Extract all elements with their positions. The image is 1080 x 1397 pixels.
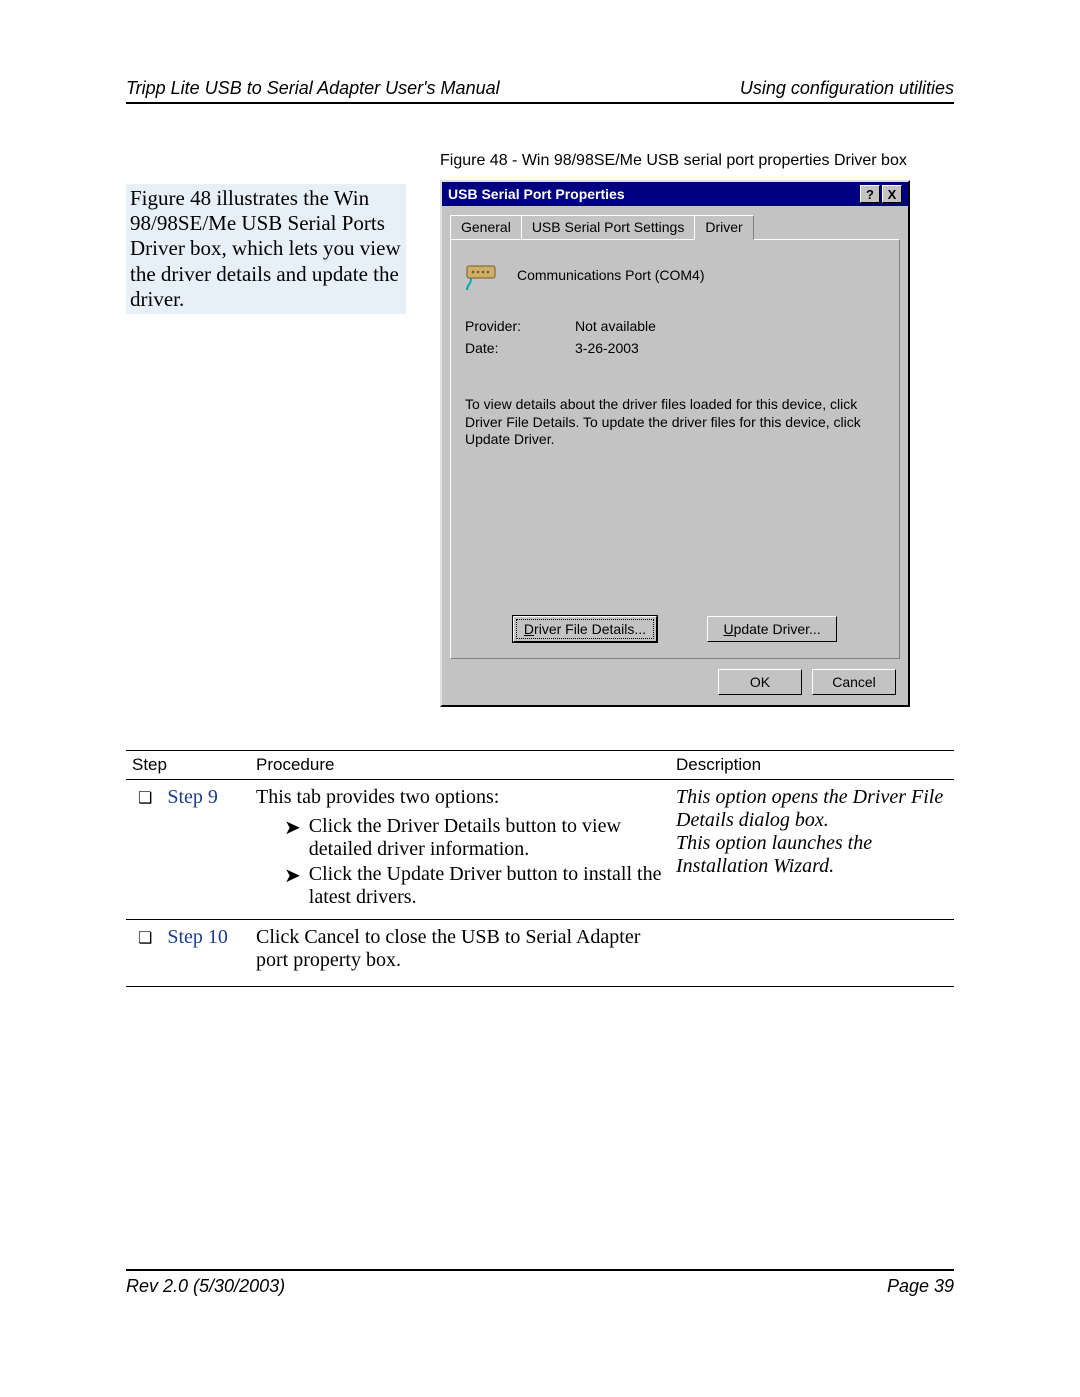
- tab-strip: General USB Serial Port Settings Driver: [450, 214, 900, 239]
- provider-label: Provider:: [465, 318, 535, 334]
- footer-left: Rev 2.0 (5/30/2003): [126, 1276, 285, 1297]
- proc-bullet: Click the Update Driver button to instal…: [309, 863, 676, 909]
- close-icon[interactable]: X: [882, 185, 902, 203]
- manual-page: Tripp Lite USB to Serial Adapter User's …: [0, 0, 1080, 1397]
- btn-details-rest: river File Details...: [534, 621, 646, 637]
- proc-main: Click Cancel to close the USB to Serial …: [256, 926, 676, 972]
- desc-line: This option opens the Driver File Detail…: [676, 786, 954, 832]
- footer-right: Page 39: [887, 1276, 954, 1297]
- tab-general[interactable]: General: [450, 215, 522, 240]
- page-footer: Rev 2.0 (5/30/2003) Page 39: [126, 1276, 954, 1297]
- ok-button[interactable]: OK: [718, 669, 802, 695]
- table-row: ❏ Step 9 This tab provides two options: …: [126, 780, 954, 920]
- checkbox-icon: ❏: [132, 790, 152, 807]
- properties-dialog: USB Serial Port Properties ? X General U…: [440, 180, 910, 707]
- proc-main: This tab provides two options:: [256, 786, 676, 809]
- intro-caption-box: Figure 48 illustrates the Win 98/98SE/Me…: [126, 184, 406, 314]
- tab-panel-driver: Communications Port (COM4) Provider: Not…: [450, 239, 900, 659]
- serial-port-icon: [465, 260, 499, 290]
- checkbox-icon: ❏: [132, 930, 152, 947]
- header-right: Using configuration utilities: [740, 78, 954, 99]
- update-driver-button[interactable]: Update Driver...: [707, 616, 837, 642]
- help-icon[interactable]: ?: [860, 185, 880, 203]
- dialog-titlebar: USB Serial Port Properties ? X: [442, 182, 908, 206]
- cancel-button[interactable]: Cancel: [812, 669, 896, 695]
- btn-update-rest: pdate Driver...: [734, 621, 821, 637]
- page-header: Tripp Lite USB to Serial Adapter User's …: [126, 78, 954, 99]
- header-left: Tripp Lite USB to Serial Adapter User's …: [126, 78, 500, 99]
- footer-rule: [126, 1269, 954, 1271]
- driver-file-details-button[interactable]: Driver File Details...: [513, 616, 657, 642]
- bullet-icon: ➤: [284, 815, 301, 840]
- provider-value: Not available: [575, 318, 656, 334]
- dialog-title: USB Serial Port Properties: [448, 186, 625, 202]
- steps-table: Step Procedure Description ❏ Step 9 This…: [126, 750, 954, 987]
- col-proc-header: Procedure: [256, 755, 676, 775]
- driver-instructions: To view details about the driver files l…: [465, 396, 885, 449]
- steps-header-row: Step Procedure Description: [126, 750, 954, 780]
- col-step-header: Step: [126, 755, 256, 775]
- date-value: 3-26-2003: [575, 340, 639, 356]
- proc-bullet: Click the Driver Details button to view …: [309, 815, 676, 861]
- step-label: Step 10: [167, 926, 228, 948]
- desc-line: This option launches the Installation Wi…: [676, 832, 954, 878]
- bullet-icon: ➤: [284, 863, 301, 888]
- step-label: Step 9: [167, 786, 218, 808]
- tab-usb-settings[interactable]: USB Serial Port Settings: [521, 215, 696, 240]
- device-name: Communications Port (COM4): [517, 267, 705, 283]
- table-row: ❏ Step 10 Click Cancel to close the USB …: [126, 920, 954, 987]
- header-rule: [126, 102, 954, 104]
- date-label: Date:: [465, 340, 535, 356]
- figure-caption: Figure 48 - Win 98/98SE/Me USB serial po…: [440, 152, 907, 170]
- col-desc-header: Description: [676, 755, 954, 775]
- tab-driver[interactable]: Driver: [694, 215, 753, 240]
